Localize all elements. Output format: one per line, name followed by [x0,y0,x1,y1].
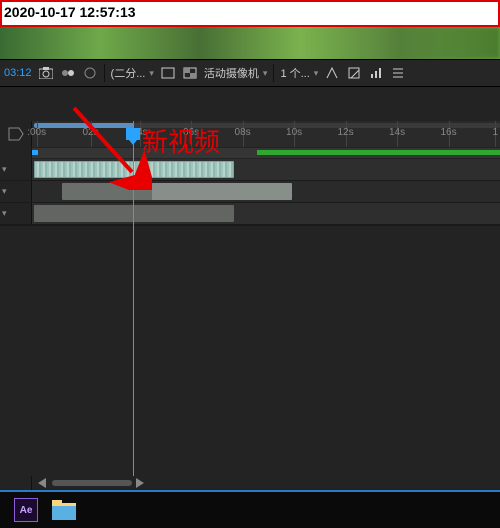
track-expand-toggle[interactable]: ▾ [0,159,32,180]
channel-icon[interactable] [60,65,76,81]
transparency-grid-icon[interactable] [182,65,198,81]
time-ruler-row: :00s02s04s06s08s10s12s14s16s1 [0,121,500,147]
time-ruler[interactable]: :00s02s04s06s08s10s12s14s16s1 [32,121,500,147]
zoom-out-icon[interactable] [38,478,46,488]
time-navigator [0,148,500,158]
timeline-icon[interactable] [390,65,406,81]
track-row: ▾ [0,181,500,203]
track-lane[interactable] [32,159,500,180]
layer-bar-2b[interactable] [152,183,292,200]
track-expand-toggle[interactable]: ▾ [0,181,32,202]
track-lane[interactable] [32,181,500,202]
track-lane[interactable] [32,203,500,224]
zoom-in-icon[interactable] [136,478,144,488]
preview-toolbar: 03:12 (二分...▾ 活动摄像机▾ 1 个...▾ [0,59,500,87]
fast-preview-icon[interactable] [368,65,384,81]
exposure-icon[interactable] [82,65,98,81]
timeline-panel: :00s02s04s06s08s10s12s14s16s1 ▾ ▾ ▾ [0,87,500,490]
pixel-aspect-icon[interactable] [346,65,362,81]
snapshot-icon[interactable] [38,65,54,81]
ruler-tick-label: 08s [235,127,251,138]
timestamp-overlay: 2020-10-17 12:57:13 [0,0,500,27]
playhead-line[interactable] [133,121,134,476]
region-icon[interactable] [160,65,176,81]
zoom-slider[interactable] [32,476,500,490]
separator [273,64,274,82]
preview-viewport-strip [0,27,500,59]
ruler-tick-label: 12s [337,127,353,138]
ruler-tick-label: 1 [493,127,499,138]
camera-dropdown[interactable]: 活动摄像机▾ [204,65,268,81]
empty-track-area [0,225,500,226]
navigator-playhead [32,150,38,155]
ruler-tick-label: 02s [82,127,98,138]
track-row: ▾ [0,159,500,181]
cached-preview-range [257,150,500,155]
time-navigator-bar[interactable] [32,148,500,158]
layer-bar-3[interactable] [34,205,234,222]
share-view-icon[interactable] [324,65,340,81]
resolution-dropdown[interactable]: (二分...▾ [111,65,154,81]
timestamp-text: 2020-10-17 12:57:13 [4,4,136,20]
views-dropdown[interactable]: 1 个...▾ [280,65,318,81]
taskbar-app-after-effects[interactable]: Ae [14,498,38,522]
layer-tracks: ▾ ▾ ▾ [0,159,500,476]
track-row: ▾ [0,203,500,225]
zoom-scrollbar [0,476,500,490]
playhead-indicator[interactable] [126,128,140,140]
ruler-tick-label: :00s [27,127,46,138]
zoom-handle[interactable] [52,480,132,486]
current-timecode[interactable]: 03:12 [4,67,32,79]
windows-taskbar: Ae [0,490,500,528]
ruler-tick-label: 14s [389,127,405,138]
ruler-tick-label: 10s [286,127,302,138]
ruler-tick-label: 06s [183,127,199,138]
layer-bar-1[interactable] [34,161,234,178]
track-expand-toggle[interactable]: ▾ [0,203,32,224]
ruler-tick-label: 16s [440,127,456,138]
taskbar-app-file-explorer[interactable] [52,500,76,520]
separator [104,64,105,82]
